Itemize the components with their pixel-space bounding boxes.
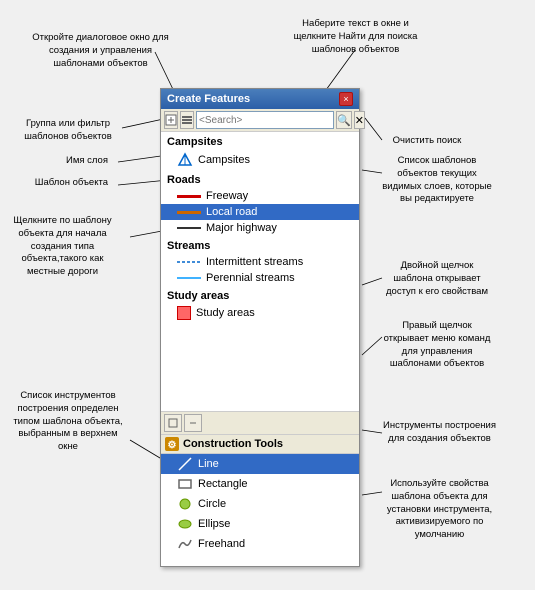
feature-major-highway[interactable]: Major highway bbox=[161, 220, 359, 236]
search-input[interactable] bbox=[196, 111, 334, 129]
local-road-icon bbox=[177, 211, 201, 214]
features-list[interactable]: Campsites Campsites Roads Freeway Local … bbox=[161, 132, 359, 412]
feature-local-road-label: Local road bbox=[206, 206, 257, 218]
line-tool-icon bbox=[177, 456, 193, 472]
collapse-button[interactable] bbox=[184, 414, 202, 432]
tool-freehand-label: Freehand bbox=[198, 538, 245, 550]
tool-line-label: Line bbox=[198, 458, 219, 470]
feature-major-highway-label: Major highway bbox=[206, 222, 277, 234]
organize-button[interactable] bbox=[180, 111, 194, 129]
annotation-clear-search: Очистить поиск bbox=[382, 135, 472, 148]
new-icon bbox=[165, 114, 177, 126]
annotation-group-filter: Группа или фильтр шаблонов объектов bbox=[18, 118, 118, 144]
freeway-icon bbox=[177, 195, 201, 198]
tool-line[interactable]: Line bbox=[161, 454, 359, 474]
tool-circle[interactable]: Circle bbox=[161, 494, 359, 514]
annotation-click-template: Щелкните по шаблону объекта для начала с… bbox=[5, 215, 120, 279]
toolbar: 🔍 ✕ bbox=[161, 109, 359, 132]
tool-rectangle[interactable]: Rectangle bbox=[161, 474, 359, 494]
feature-campsites-label: Campsites bbox=[198, 154, 250, 166]
tent-icon bbox=[177, 152, 193, 168]
perennial-stream-icon bbox=[177, 274, 201, 282]
tool-circle-label: Circle bbox=[198, 498, 226, 510]
feature-freeway-label: Freeway bbox=[206, 190, 248, 202]
annotation-open-dialog: Откройте диалоговое окно для создания и … bbox=[28, 32, 173, 70]
study-area-icon bbox=[177, 306, 191, 320]
feature-local-road[interactable]: Local road bbox=[161, 204, 359, 220]
feature-freeway[interactable]: Freeway bbox=[161, 188, 359, 204]
construction-header-icon: ⚙ bbox=[165, 437, 179, 451]
collapse-icon bbox=[188, 418, 198, 428]
svg-text:⚙: ⚙ bbox=[168, 440, 177, 451]
annotation-layer-name: Имя слоя bbox=[18, 155, 108, 168]
tool-rectangle-label: Rectangle bbox=[198, 478, 248, 490]
feature-perennial-streams[interactable]: Perennial streams bbox=[161, 270, 359, 286]
tool-ellipse[interactable]: Ellipse bbox=[161, 514, 359, 534]
feature-study-areas[interactable]: Study areas bbox=[161, 304, 359, 322]
new-template-button[interactable] bbox=[164, 111, 178, 129]
bottom-toolbar bbox=[161, 412, 359, 435]
expand-icon bbox=[168, 418, 178, 428]
dialog-title: Create Features bbox=[167, 93, 250, 105]
tool-freehand[interactable]: Freehand bbox=[161, 534, 359, 554]
layer-campsites: Campsites bbox=[161, 132, 359, 150]
layer-study-areas: Study areas bbox=[161, 286, 359, 304]
tools-list: Line Rectangle Circle Ellipse Freehand bbox=[161, 454, 359, 566]
annotation-feature-template: Шаблон объекта bbox=[18, 177, 108, 190]
dialog-titlebar: Create Features × bbox=[161, 89, 359, 109]
highway-icon bbox=[177, 227, 201, 229]
feature-study-areas-label: Study areas bbox=[196, 307, 255, 319]
expand-button[interactable] bbox=[164, 414, 182, 432]
feature-campsites[interactable]: Campsites bbox=[161, 150, 359, 170]
organize-icon bbox=[181, 114, 193, 126]
annotation-right-click: Правый щелчок открывает меню команд для … bbox=[382, 320, 492, 371]
layer-roads: Roads bbox=[161, 170, 359, 188]
feature-perennial-label: Perennial streams bbox=[206, 272, 295, 284]
close-button[interactable]: × bbox=[339, 92, 353, 106]
freehand-tool-icon bbox=[177, 536, 193, 552]
annotation-construction-tools: Инструменты построения для создания объе… bbox=[382, 420, 497, 446]
annotation-double-click: Двойной щелчок шаблона открывает доступ … bbox=[382, 260, 492, 298]
search-button[interactable]: 🔍 bbox=[336, 111, 352, 129]
circle-tool-icon bbox=[177, 496, 193, 512]
clear-search-button[interactable]: ✕ bbox=[354, 111, 365, 129]
ellipse-tool-icon bbox=[177, 516, 193, 532]
annotation-tools-list: Список инструментов построения определен… bbox=[8, 390, 128, 454]
annotation-template-props: Используйте свойства шаблона объекта для… bbox=[382, 478, 497, 542]
annotation-template-list: Список шаблонов объектов текущих видимых… bbox=[382, 155, 492, 206]
feature-intermittent-label: Intermittent streams bbox=[206, 256, 303, 268]
layer-streams: Streams bbox=[161, 236, 359, 254]
construction-tools-header: ⚙ Construction Tools bbox=[161, 435, 359, 454]
create-features-dialog: Create Features × 🔍 ✕ Campsites bbox=[160, 88, 360, 567]
construction-tools-label: Construction Tools bbox=[183, 438, 283, 450]
intermittent-stream-icon bbox=[177, 258, 201, 266]
annotation-search-hint: Наберите текст в окне и щелкните Найти д… bbox=[288, 18, 423, 56]
feature-intermittent-streams[interactable]: Intermittent streams bbox=[161, 254, 359, 270]
tool-ellipse-label: Ellipse bbox=[198, 518, 230, 530]
rectangle-tool-icon bbox=[177, 476, 193, 492]
